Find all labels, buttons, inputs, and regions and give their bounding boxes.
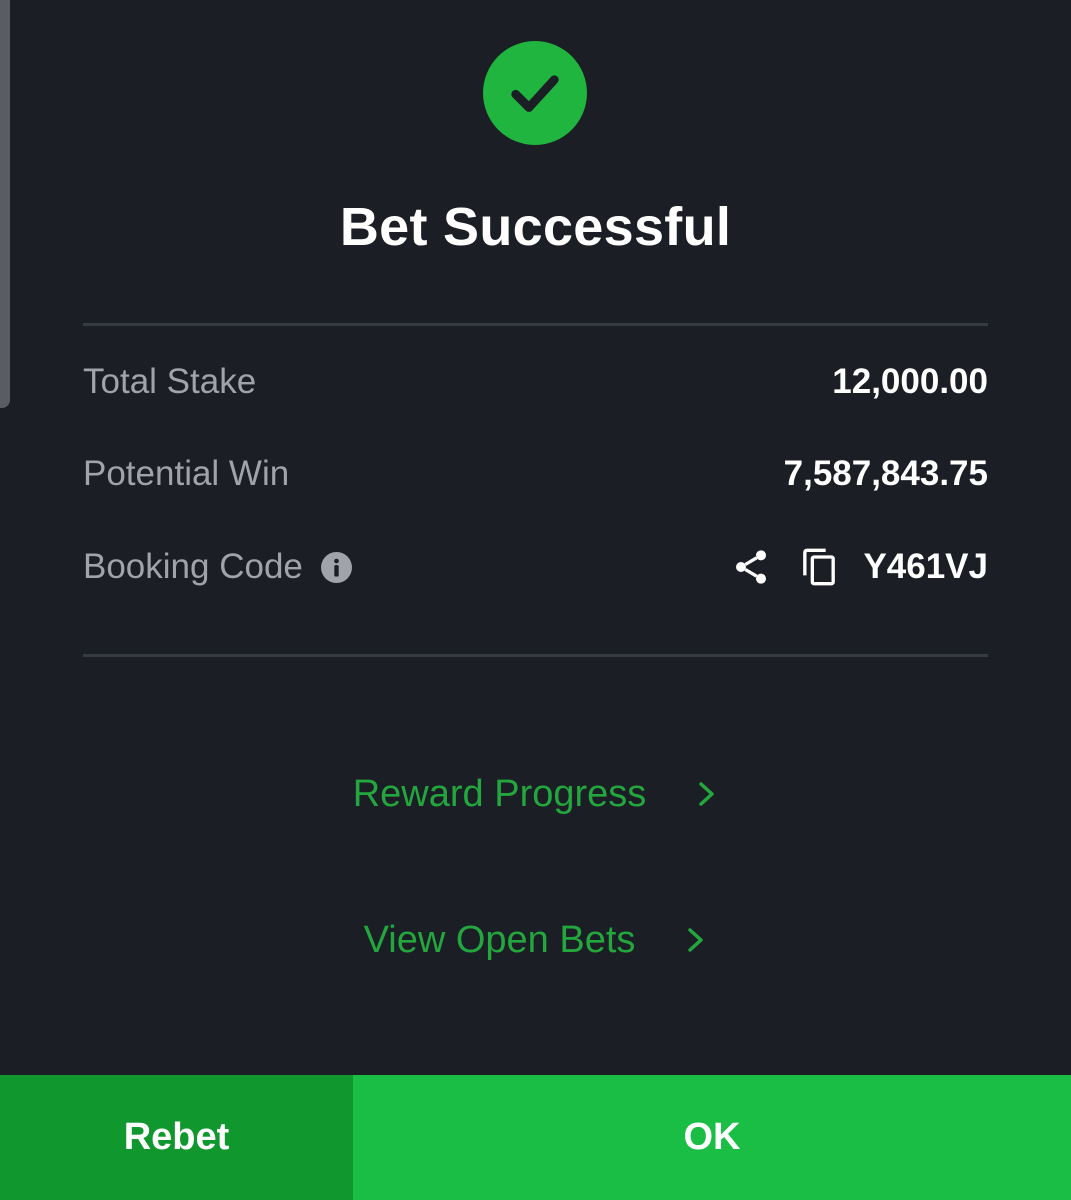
chevron-right-icon	[696, 779, 718, 809]
info-icon[interactable]	[320, 551, 352, 583]
total-stake-row: Total Stake 12,000.00	[83, 352, 988, 412]
footer-actions: Rebet OK	[0, 1075, 1071, 1200]
potential-win-label: Potential Win	[83, 454, 290, 493]
booking-code-row: Booking Code Y461VJ	[83, 537, 988, 597]
potential-win-row: Potential Win 7,587,843.75	[83, 444, 988, 504]
booking-code-label: Booking Code	[83, 547, 303, 586]
divider-top	[83, 323, 988, 326]
booking-code-value: Y461VJ	[863, 547, 988, 586]
reward-progress-link[interactable]: Reward Progress	[0, 764, 1071, 824]
booking-code-actions: Y461VJ	[731, 545, 988, 589]
booking-code-label-group: Booking Code	[83, 547, 352, 587]
bet-success-screen: Bet Successful Total Stake 12,000.00 Pot…	[0, 0, 1071, 1200]
view-open-bets-label: View Open Bets	[363, 918, 636, 961]
view-open-bets-link[interactable]: View Open Bets	[0, 910, 1071, 970]
total-stake-value: 12,000.00	[832, 362, 988, 401]
ok-button[interactable]: OK	[353, 1075, 1071, 1200]
check-circle-icon	[483, 41, 587, 145]
potential-win-value: 7,587,843.75	[783, 454, 988, 493]
page-title: Bet Successful	[339, 197, 732, 257]
chevron-right-icon	[685, 925, 707, 955]
divider-bottom	[83, 654, 988, 657]
reward-progress-label: Reward Progress	[352, 772, 647, 815]
share-icon[interactable]	[731, 546, 771, 588]
copy-icon[interactable]	[799, 545, 839, 589]
rebet-button[interactable]: Rebet	[0, 1075, 353, 1200]
total-stake-label: Total Stake	[83, 362, 257, 401]
